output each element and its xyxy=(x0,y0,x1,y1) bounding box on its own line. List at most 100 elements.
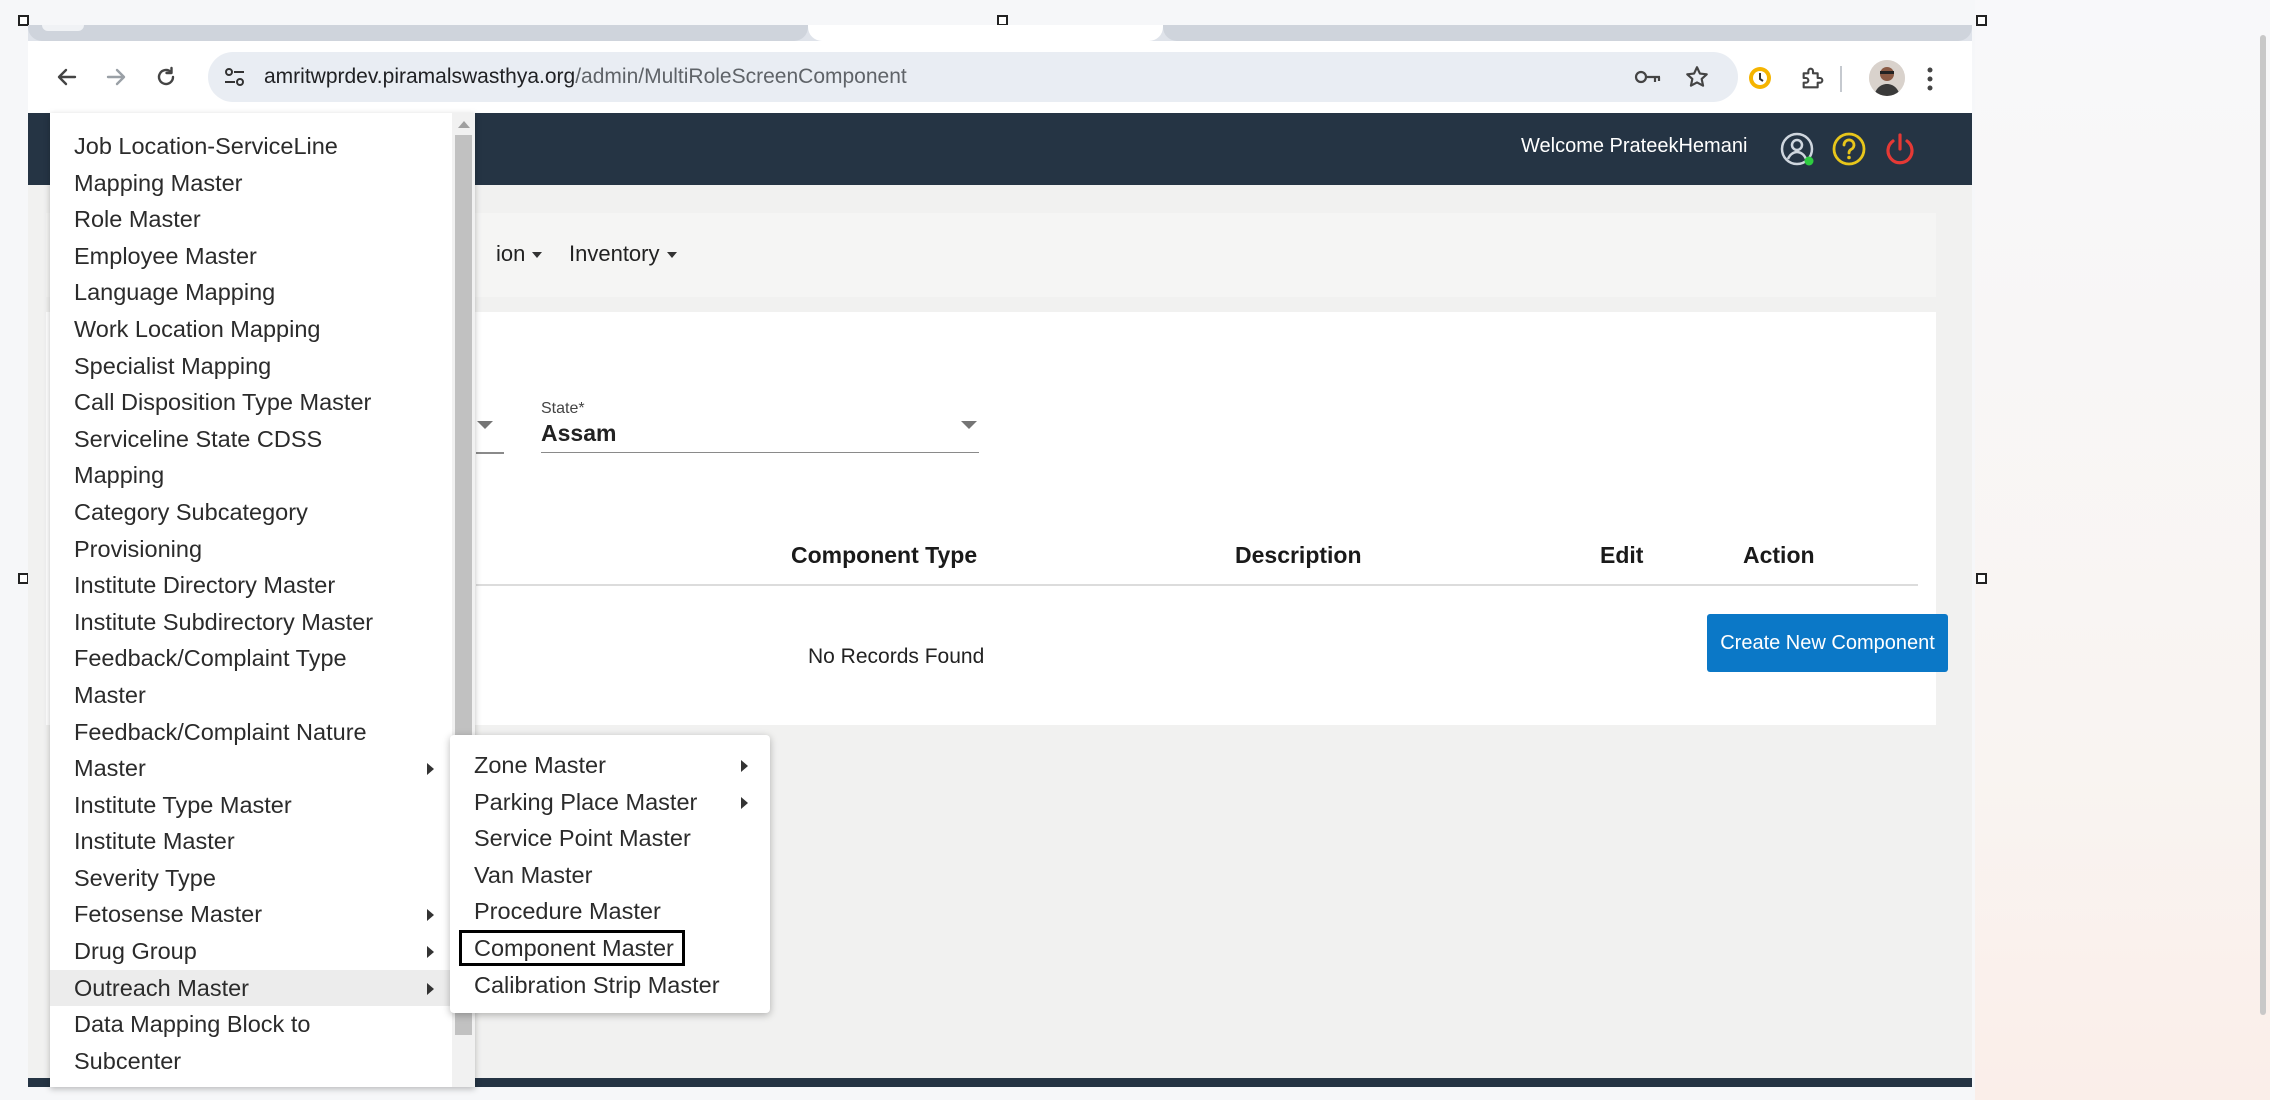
menu-item-feedback-complaint-nature[interactable]: Feedback/Complaint Nature xyxy=(50,714,452,751)
menu-item-data-mapping-block-to[interactable]: Data Mapping Block to xyxy=(50,1006,452,1043)
profile-avatar[interactable] xyxy=(1869,60,1905,96)
column-header-edit: Edit xyxy=(1600,542,1644,568)
menu-item-language-mapping[interactable]: Language Mapping xyxy=(50,274,452,311)
menu-item-work-location-mapping[interactable]: Work Location Mapping xyxy=(50,311,452,348)
menu-item-master[interactable]: Master xyxy=(50,677,452,714)
menu-item-institute-type-master[interactable]: Institute Type Master xyxy=(50,787,452,824)
reload-icon[interactable] xyxy=(147,58,185,96)
menu-item-employee-master[interactable]: Employee Master xyxy=(50,238,452,275)
create-new-component-button[interactable]: Create New Component xyxy=(1707,614,1948,672)
menu-item-label: Severity Type xyxy=(74,864,216,891)
menu-item-label: Calibration Strip Master xyxy=(474,971,720,998)
nav-item-inventory[interactable]: Inventory xyxy=(569,241,677,267)
menu-item-label: Job Location-ServiceLine xyxy=(74,133,338,159)
menu-item-specialist-mapping[interactable]: Specialist Mapping xyxy=(50,348,452,385)
column-header-action: Action xyxy=(1743,542,1815,568)
menu-item-feedback-complaint-type[interactable]: Feedback/Complaint Type xyxy=(50,640,452,677)
url-text[interactable]: amritwprdev.piramalswasthya.org/admin/Mu… xyxy=(264,65,907,89)
menu-item-job-location-serviceline[interactable]: Job Location-ServiceLine xyxy=(50,128,452,165)
site-settings-icon[interactable] xyxy=(222,65,248,94)
menu-item-van-master[interactable]: Van Master xyxy=(450,857,770,894)
select-arrow-icon[interactable] xyxy=(477,421,493,429)
submenu-arrow-icon xyxy=(427,982,434,995)
help-icon[interactable] xyxy=(1829,129,1869,169)
column-header-description: Description xyxy=(1235,542,1362,568)
back-arrow-icon[interactable] xyxy=(48,58,86,96)
scroll-up-arrow-icon[interactable] xyxy=(458,121,470,128)
menu-item-label: Serviceline State CDSS xyxy=(74,425,323,452)
menu-item-label: Procedure Master xyxy=(474,898,661,925)
window-scrollbar-thumb[interactable] xyxy=(2260,35,2266,1015)
nav-item-partial[interactable]: ion xyxy=(496,241,543,267)
window-scrollbar[interactable] xyxy=(2258,25,2270,1087)
menu-item-project-master[interactable]: Project Master xyxy=(50,1079,452,1087)
state-select[interactable]: State* Assam xyxy=(541,400,979,453)
menu-item-serviceline-state-cdss[interactable]: Serviceline State CDSS xyxy=(50,421,452,458)
menu-item-label: Fetosense Master xyxy=(74,901,263,928)
menu-item-drug-group[interactable]: Drug Group xyxy=(50,933,452,970)
menu-item-institute-subdirectory-master[interactable]: Institute Subdirectory Master xyxy=(50,604,452,641)
menu-item-calibration-strip-master[interactable]: Calibration Strip Master xyxy=(450,967,770,1004)
menu-item-label: Institute Master xyxy=(74,828,235,855)
menu-item-category-subcategory[interactable]: Category Subcategory xyxy=(50,494,452,531)
submenu-arrow-icon xyxy=(741,760,748,772)
menu-item-parking-place-master[interactable]: Parking Place Master xyxy=(450,784,770,821)
bookmark-star-icon[interactable] xyxy=(1684,64,1710,95)
nav-item-label: ion xyxy=(496,241,526,266)
menu-item-provisioning[interactable]: Provisioning xyxy=(50,531,452,568)
caret-down-icon xyxy=(666,252,677,259)
menu-item-component-master[interactable]: Component Master xyxy=(450,929,770,967)
outreach-submenu: Zone Master Parking Place Master Service P… xyxy=(450,735,770,1013)
menu-item-label: Subcenter xyxy=(74,1047,182,1074)
menu-list: Job Location-ServiceLine Mapping Master Ro… xyxy=(50,128,452,1087)
table-header-divider xyxy=(476,584,1918,586)
menu-item-label: Feedback/Complaint Nature xyxy=(74,718,367,745)
nav-item-label: Inventory xyxy=(569,241,660,266)
browser-menu-icon[interactable] xyxy=(1924,66,1936,97)
submenu-arrow-icon xyxy=(427,909,434,922)
forward-arrow-icon[interactable] xyxy=(97,58,135,96)
menu-item-label: Master xyxy=(74,681,146,708)
menu-item-severity-type[interactable]: Severity Type xyxy=(50,860,452,897)
menu-item-label: Work Location Mapping xyxy=(74,315,321,342)
browser-tab-active[interactable] xyxy=(808,25,1163,41)
menu-item-label: Master xyxy=(74,755,146,782)
menu-item-label: Van Master xyxy=(474,861,593,888)
password-key-icon[interactable] xyxy=(1633,65,1663,94)
extension-icon[interactable] xyxy=(1746,64,1774,97)
browser-tab[interactable] xyxy=(28,25,808,41)
submenu-arrow-icon xyxy=(741,796,748,809)
menu-item-outreach-master[interactable]: Outreach Master xyxy=(50,969,452,1007)
puzzle-extensions-icon[interactable] xyxy=(1799,64,1827,97)
user-profile-icon[interactable] xyxy=(1777,129,1817,169)
menu-item-label: Language Mapping xyxy=(74,279,276,306)
menu-item-master[interactable]: Master xyxy=(50,750,452,787)
column-header-component-type: Component Type xyxy=(791,542,978,568)
menu-item-mapping[interactable]: Mapping xyxy=(50,457,452,494)
menu-item-zone-master[interactable]: Zone Master xyxy=(450,747,770,784)
menu-item-service-point-master[interactable]: Service Point Master xyxy=(450,820,770,857)
menu-item-label: Parking Place Master xyxy=(474,788,698,815)
resize-handle[interactable] xyxy=(1976,573,1987,584)
menu-item-label: Institute Type Master xyxy=(74,791,292,818)
browser-toolbar: amritwprdev.piramalswasthya.org/admin/Mu… xyxy=(28,41,1972,113)
no-records-message: No Records Found xyxy=(808,645,985,668)
menu-item-role-master[interactable]: Role Master xyxy=(50,201,452,238)
menu-item-fetosense-master[interactable]: Fetosense Master xyxy=(50,896,452,933)
menu-item-call-disposition-type-master[interactable]: Call Disposition Type Master xyxy=(50,384,452,421)
menu-item-label: Outreach Master xyxy=(74,974,250,1001)
menu-item-label: Service Point Master xyxy=(474,825,691,852)
toolbar-separator xyxy=(1840,66,1842,92)
menu-item-procedure-master[interactable]: Procedure Master xyxy=(450,893,770,930)
menu-item-label: Provisioning xyxy=(74,535,203,562)
menu-item-mapping-master[interactable]: Mapping Master xyxy=(50,165,452,202)
menu-item-subcenter[interactable]: Subcenter xyxy=(50,1043,452,1080)
menu-item-label: Data Mapping Block to xyxy=(74,1011,311,1038)
resize-handle[interactable] xyxy=(1976,15,1987,26)
menu-item-institute-master[interactable]: Institute Master xyxy=(50,823,452,860)
power-logout-icon[interactable] xyxy=(1880,129,1920,169)
address-bar[interactable]: amritwprdev.piramalswasthya.org/admin/Mu… xyxy=(208,52,1738,102)
browser-tab[interactable] xyxy=(1163,25,1972,41)
menu-item-label: Mapping Master xyxy=(74,169,243,196)
menu-item-institute-directory-master[interactable]: Institute Directory Master xyxy=(50,567,452,604)
